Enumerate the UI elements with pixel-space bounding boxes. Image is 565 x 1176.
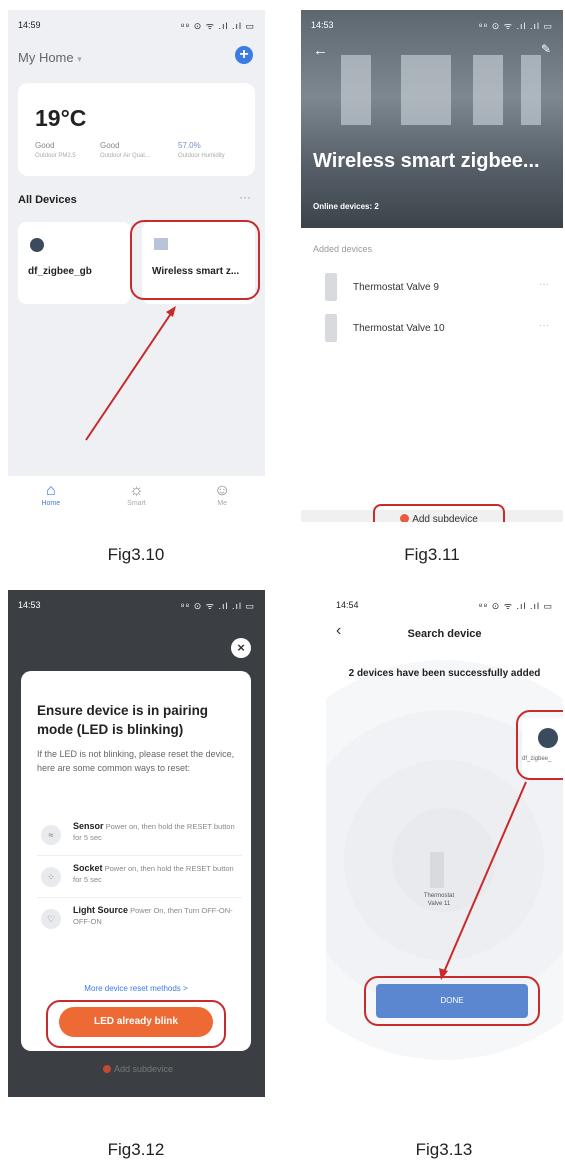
screenshot-pairing-dialog: 14:53 ⁸⁸ ⊙ ᯤ .ıl .ıl ▭ × Ensure device i… [8,590,265,1097]
annotation-highlight [516,710,563,780]
user-icon: ☺ [214,482,231,499]
status-icons: ⁸⁸ ⊙ ᯤ .ıl .ıl ▭ [478,20,553,31]
annotation-highlight [46,1000,226,1048]
dialog-description: If the LED is not blinking, please reset… [37,749,235,773]
tab-me[interactable]: ☺ Me [179,476,265,522]
status-icons: ⁸⁸ ⊙ ᯤ .ıl .ıl ▭ [478,600,553,611]
thermostat-valve-icon [325,314,337,342]
home-selector[interactable]: My Home ▾ [18,50,82,65]
status-bar: 14:53 ⁸⁸ ⊙ ᯤ .ıl .ıl ▭ [8,590,265,620]
screenshot-search-device: 14:54 ⁸⁸ ⊙ ᯤ .ıl .ıl ▭ ‹ Search device 2… [326,590,563,1097]
back-arrow-icon[interactable]: ← [313,42,328,59]
figure-caption: Fig3.12 [107,1140,165,1159]
home-title: My Home [18,50,74,65]
weather-air-quality: Good Outdoor Air Qual... [100,141,150,159]
chevron-down-icon: ▾ [77,54,82,64]
figure-caption: Fig3.11 [404,545,460,564]
socket-icon: ⁘ [41,867,61,887]
thermostat-valve-icon [430,852,444,888]
list-item[interactable]: Thermostat Valve 9 ··· [309,271,555,305]
tab-smart[interactable]: ☼ Smart [94,476,180,522]
sensor-icon: ≈ [41,825,61,845]
more-icon[interactable]: ··· [539,320,549,331]
reset-method-sensor: ≈ Sensor Power on, then hold the RESET b… [37,817,242,856]
hero-image [301,10,563,228]
success-message: 2 devices have been successfully added [348,668,541,679]
reset-method-socket: ⁘ Socket Power on, then hold the RESET b… [37,859,242,898]
status-bar: 14:53 ⁸⁸ ⊙ ᯤ .ıl .ıl ▭ [301,10,563,40]
add-device-button[interactable]: + [235,46,253,64]
annotation-highlight [373,504,505,522]
status-icons: ⁸⁸ ⊙ ᯤ .ıl .ıl ▭ [180,600,255,611]
page-title: Search device [407,628,482,640]
annotation-highlight [364,976,540,1026]
thermostat-valve-icon [325,273,337,301]
tab-bar: ⌂ Home ☼ Smart ☺ Me [8,476,265,522]
online-count: Online devices: 2 [313,202,379,211]
screenshot-home: 14:59 ⁸⁸ ⊙ ᯤ .ıl .ıl ▭ My Home ▾ + 19°C … [8,10,265,522]
temperature: 19°C [35,105,87,131]
sun-icon: ☼ [129,482,144,499]
reset-method-light: ♡ Light Source Power On, then Turn OFF-O… [37,901,242,939]
status-time: 14:53 [18,600,41,610]
annotation-highlight [130,220,260,300]
screenshot-gateway-detail: 14:53 ⁸⁸ ⊙ ᯤ .ıl .ıl ▭ ← ✎ Wireless smar… [301,10,563,522]
more-icon[interactable]: ··· [539,279,549,290]
figure-caption: Fig3.13 [415,1140,473,1159]
window-decor [521,55,541,125]
window-decor [341,55,371,125]
add-subdevice-button[interactable]: Add subdevice [78,1064,198,1074]
gateway-icon [30,238,44,252]
dialog-title: Ensure device is in pairing mode (LED is… [37,703,209,737]
weather-card[interactable]: 19°C Good Outdoor PM2.5 Good Outdoor Air… [18,83,255,176]
more-reset-methods-link[interactable]: More device reset methods > [21,984,251,993]
found-device-valve: Thermostat Valve 11 [416,852,462,916]
weather-pm25: Good Outdoor PM2.5 [35,141,76,159]
device-card-gateway[interactable]: df_zigbee_gb [18,222,131,304]
light-bulb-icon: ♡ [41,909,61,929]
status-time: 14:59 [18,20,41,30]
status-bar: 14:54 ⁸⁸ ⊙ ᯤ .ıl .ıl ▭ [326,590,563,620]
edit-icon[interactable]: ✎ [541,42,551,56]
page-title: Wireless smart zigbee... [313,150,540,172]
figure-caption: Fig3.10 [107,545,165,564]
status-bar: 14:59 ⁸⁸ ⊙ ᯤ .ıl .ıl ▭ [8,10,265,40]
window-decor [473,55,503,125]
status-time: 14:54 [336,600,359,610]
home-icon: ⌂ [46,482,56,499]
pairing-dialog: Ensure device is in pairing mode (LED is… [21,671,251,1051]
close-icon[interactable]: × [231,638,251,658]
tab-home[interactable]: ⌂ Home [8,476,94,522]
device-name: df_zigbee_gb [28,266,92,277]
section-title: All Devices [18,194,77,206]
more-icon[interactable]: ··· [239,190,251,204]
plus-circle-icon [102,1065,111,1073]
list-item[interactable]: Thermostat Valve 10 ··· [309,312,555,346]
list-heading: Added devices [313,244,373,254]
window-decor [401,55,451,125]
weather-humidity: 57.0% Outdoor Humidity [178,141,225,159]
status-icons: ⁸⁸ ⊙ ᯤ .ıl .ıl ▭ [180,20,255,31]
status-time: 14:53 [311,20,334,30]
